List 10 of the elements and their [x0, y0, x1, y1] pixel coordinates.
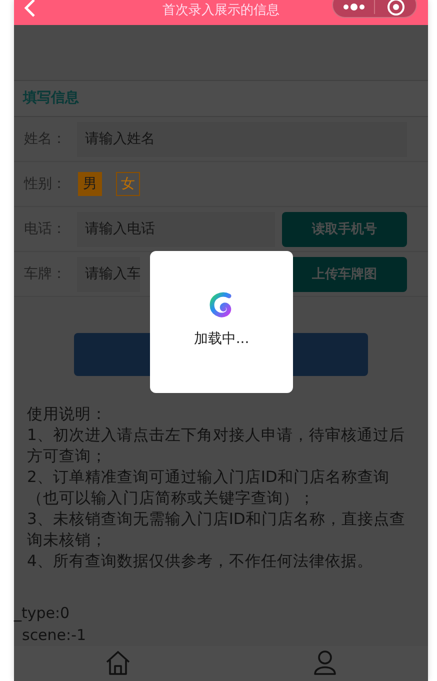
instruction-text: 使用说明：: [27, 404, 108, 425]
loading-text: 加载中...: [194, 330, 250, 348]
instruction-text: 1、初次进入请点击左下角对接人申请，待审核通过后方可查询；: [27, 425, 406, 467]
section-title: 填写信息: [14, 81, 428, 117]
debug-text: scene:-1: [21, 625, 88, 646]
instruction-text: 2、订单精准查询可通过输入门店ID和门店名称查询（也可以输入门店简称或关键字查询）；: [27, 467, 390, 509]
page-title: 首次录入展示的信息: [162, 3, 280, 18]
instruction-text: 4、所有查询数据仅供参考，不作任何法律依据。: [27, 551, 374, 572]
instruction-text: 3、未核销查询无需输入门店ID和门店名称，直接点查询未核销；: [27, 509, 406, 551]
debug-text: _type:0: [14, 603, 71, 624]
